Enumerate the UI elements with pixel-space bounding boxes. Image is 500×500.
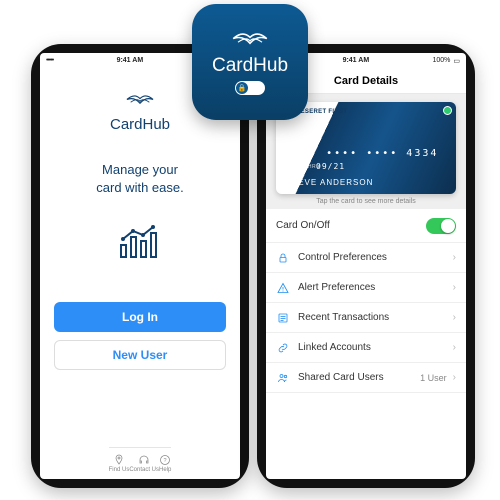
card-status-dot [443, 106, 452, 115]
app-icon-brand: CardHub [212, 55, 288, 77]
help-tab[interactable]: ? Help [159, 454, 171, 473]
card-number: •••• •••• •••• 4334 [286, 148, 438, 159]
status-time: 9:41 AM [117, 57, 144, 64]
lock-icon [276, 252, 290, 264]
card-onoff-label: Card On/Off [276, 220, 426, 231]
chevron-right-icon: › [453, 342, 456, 353]
card-expiry: 09/21 [316, 162, 345, 171]
control-preferences-row[interactable]: Control Preferences › [266, 243, 466, 273]
shared-count: 1 User [420, 373, 447, 383]
credit-card[interactable]: DESERET FIRST •••• •••• •••• 4334 VALID … [276, 102, 456, 194]
link-icon [276, 342, 290, 354]
recent-transactions-row[interactable]: Recent Transactions › [266, 303, 466, 333]
shared-users-row[interactable]: Shared Card Users 1 User › [266, 363, 466, 393]
brand-name: CardHub [110, 116, 170, 133]
lock-toggle-icon: 🔒 [235, 81, 265, 95]
linked-accounts-row[interactable]: Linked Accounts › [266, 333, 466, 363]
bird-icon [232, 29, 268, 48]
brand-logo: CardHub [110, 92, 170, 133]
chevron-right-icon: › [453, 372, 456, 383]
headset-icon [138, 454, 150, 466]
chevron-right-icon: › [453, 282, 456, 293]
alert-preferences-row[interactable]: Alert Preferences › [266, 273, 466, 303]
status-time: 9:41 AM [343, 57, 370, 64]
lock-icon: 🔒 [236, 82, 248, 94]
find-us-tab[interactable]: Find Us [109, 454, 130, 473]
users-icon [276, 372, 290, 384]
new-user-button[interactable]: New User [54, 340, 226, 370]
chevron-right-icon: › [453, 312, 456, 323]
signal-icon: ••••• [46, 57, 53, 64]
status-battery: 100% [432, 57, 450, 64]
bottom-bar: Find Us Contact Us ? Help [109, 447, 172, 479]
app-icon-tile: CardHub 🔒 [192, 4, 308, 120]
chevron-right-icon: › [453, 252, 456, 263]
pin-icon [113, 454, 125, 466]
screen-details: ••••• 9:41 AM 100%▭ ‹ Back Card Details … [266, 53, 466, 479]
alert-icon [276, 282, 290, 294]
card-onoff-toggle[interactable] [426, 218, 456, 234]
card-onoff-row: Card On/Off [266, 209, 466, 243]
bird-icon [126, 92, 154, 107]
list-icon [276, 312, 290, 324]
tagline: Manage yourcard with ease. [96, 161, 183, 197]
contact-us-tab[interactable]: Contact Us [129, 454, 159, 473]
card-holder: STEVE ANDERSON [286, 178, 373, 187]
help-icon: ? [159, 454, 171, 466]
chart-icon [118, 225, 162, 266]
battery-icon: ▭ [453, 57, 460, 65]
tap-hint: Tap the card to see more details [316, 198, 416, 205]
svg-text:?: ? [164, 458, 167, 464]
page-title: Card Details [334, 75, 398, 87]
login-button[interactable]: Log In [54, 302, 226, 332]
